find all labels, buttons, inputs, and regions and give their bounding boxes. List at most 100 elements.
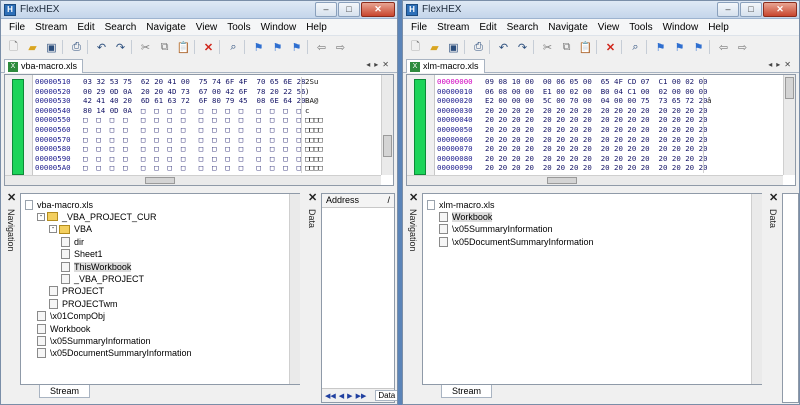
hex-ascii[interactable] (703, 134, 747, 145)
scroll-thumb[interactable] (785, 77, 794, 99)
forward-arrow-icon[interactable]: ⇨ (332, 39, 349, 56)
hex-editor-pane[interactable]: 00000000 09 08 10 00 00 06 05 00 65 4F CD… (406, 74, 796, 186)
nav-first-icon[interactable]: ◀◀ (325, 392, 336, 400)
hex-vertical-scrollbar[interactable] (381, 75, 393, 175)
hex-ascii[interactable]: â (703, 96, 747, 106)
hex-ascii[interactable] (703, 124, 747, 135)
hex-bytes[interactable]: □ □ □ □ □ □ □ □ □ □ □ □ □ □ □ □ (83, 125, 301, 135)
maximize-button[interactable]: □ (740, 2, 762, 17)
menu-stream[interactable]: Stream (432, 22, 474, 33)
undo-icon[interactable]: ↶ (495, 39, 512, 56)
document-tab[interactable]: X vba-macro.xls (4, 59, 84, 73)
hex-ascii[interactable]: c (301, 105, 345, 116)
hex-ascii[interactable] (703, 77, 747, 87)
back-arrow-icon[interactable]: ⇦ (715, 39, 732, 56)
cut-icon[interactable]: ✂ (137, 39, 154, 56)
open-folder-icon[interactable]: ▰ (426, 39, 443, 56)
hex-row[interactable]: 000005A0 □ □ □ □ □ □ □ □ □ □ □ □ □ □ □ □ □… (35, 163, 345, 173)
stream-bottom-tab[interactable]: Stream (441, 385, 493, 398)
redo-icon[interactable]: ↷ (112, 39, 129, 56)
scroll-thumb[interactable] (383, 135, 392, 157)
bookmark-flag-icon[interactable]: ⚑ (250, 39, 267, 56)
menu-edit[interactable]: Edit (72, 22, 99, 33)
undo-icon[interactable]: ↶ (93, 39, 110, 56)
title-bar[interactable]: H FlexHEX – □ ✕ (403, 1, 799, 19)
tree-item[interactable]: vba-macro.xls (25, 199, 93, 210)
hex-row[interactable]: 00000520 00 29 0D 0A 20 20 4D 73 67 00 42… (35, 86, 345, 97)
data-tab[interactable]: Data (375, 390, 397, 401)
tree-item[interactable]: PROJECTwm (49, 298, 118, 309)
tab-scroll-arrows[interactable]: ◂▸✕ (366, 60, 393, 69)
hex-row[interactable]: 00000510 03 32 53 75 62 20 41 00 75 74 6F… (35, 77, 345, 87)
menu-window[interactable]: Window (256, 22, 302, 33)
tree-item[interactable]: \x01CompObj (37, 311, 105, 322)
data-panel-close-icon[interactable]: ✕ (769, 191, 778, 204)
hex-bytes[interactable]: 20 20 20 20 20 20 20 20 20 20 20 20 20 2… (485, 135, 707, 145)
hex-ascii[interactable] (703, 86, 747, 97)
menu-file[interactable]: File (4, 22, 30, 33)
hex-row[interactable]: 00000540 80 14 0D 0A □ □ □ □ □ □ □ □ □ □ … (35, 105, 345, 116)
delete-icon[interactable]: ✕ (200, 39, 217, 56)
hex-bytes[interactable]: 20 20 20 20 20 20 20 20 20 20 20 20 20 2… (485, 115, 707, 125)
forward-arrow-icon[interactable]: ⇨ (734, 39, 751, 56)
scroll-thumb[interactable] (547, 177, 577, 184)
hex-ascii[interactable]: □□□□ (301, 115, 345, 125)
hex-bytes[interactable]: 00 29 0D 0A 20 20 4D 73 67 00 42 6F 78 2… (83, 87, 305, 97)
tree-item[interactable]: \x05DocumentSummaryInformation (37, 348, 192, 359)
hex-ascii[interactable]: BA@ (301, 96, 345, 106)
tree-scrollbar[interactable] (289, 194, 300, 384)
tree-item[interactable]: ThisWorkbook (61, 261, 132, 272)
hex-row[interactable]: 00000020 E2 00 00 00 5C 00 70 00 04 00 00… (437, 96, 747, 106)
save-icon[interactable]: ▣ (445, 39, 462, 56)
menu-stream[interactable]: Stream (30, 22, 72, 33)
tree-item[interactable]: - _VBA_PROJECT_CUR (37, 211, 157, 222)
hex-row[interactable]: 00000060 20 20 20 20 20 20 20 20 20 20 20… (437, 134, 747, 145)
menu-file[interactable]: File (406, 22, 432, 33)
hex-row[interactable]: 00000560 □ □ □ □ □ □ □ □ □ □ □ □ □ □ □ □ □… (35, 124, 345, 135)
hex-bytes[interactable]: □ □ □ □ □ □ □ □ □ □ □ □ □ □ □ □ (83, 163, 301, 173)
hex-row[interactable]: 00000070 20 20 20 20 20 20 20 20 20 20 20… (437, 144, 747, 154)
tree-item[interactable]: Workbook (37, 323, 90, 334)
title-bar[interactable]: H FlexHEX – □ ✕ (1, 1, 397, 19)
hex-ascii[interactable] (703, 144, 747, 154)
hex-ascii[interactable]: 2Su (301, 77, 345, 87)
hex-bytes[interactable]: 42 41 40 20 6D 61 63 72 6F 80 79 45 08 6… (83, 96, 305, 106)
hex-row[interactable]: 00000050 20 20 20 20 20 20 20 20 20 20 20… (437, 124, 747, 135)
document-tab[interactable]: X xlm-macro.xls (406, 59, 485, 73)
tree-item[interactable]: _VBA_PROJECT (61, 273, 144, 284)
hex-row[interactable]: 00000010 06 08 00 00 E1 00 02 00 B0 04 C1… (437, 86, 747, 97)
hex-bytes[interactable]: 20 20 20 20 20 20 20 20 20 20 20 20 20 2… (485, 125, 707, 135)
address-column-header[interactable]: Address / (322, 194, 394, 208)
copy-icon[interactable]: ⧉ (558, 39, 575, 56)
hex-bytes[interactable]: 03 32 53 75 62 20 41 00 75 74 6F 4F 70 6… (83, 77, 305, 87)
menu-edit[interactable]: Edit (474, 22, 501, 33)
tree-item[interactable]: \x05SummaryInformation (439, 224, 553, 235)
menu-search[interactable]: Search (100, 22, 142, 33)
new-doc-icon[interactable]: 🗋 (5, 39, 22, 56)
nav-last-icon[interactable]: ▶▶ (356, 392, 367, 400)
menu-help[interactable]: Help (301, 22, 332, 33)
navigation-close-icon[interactable]: ✕ (409, 191, 418, 204)
tree-scrollbar[interactable] (751, 194, 762, 384)
hex-horizontal-scrollbar[interactable] (5, 175, 381, 185)
save-icon[interactable]: ▣ (43, 39, 60, 56)
bookmark-flag-icon[interactable]: ⚑ (652, 39, 669, 56)
hex-bytes[interactable]: E2 00 00 00 5C 00 70 00 04 00 00 75 73 6… (485, 96, 707, 106)
nav-next-icon[interactable]: ▶ (347, 392, 352, 400)
find-icon[interactable]: ⌕ (225, 39, 242, 56)
hex-row[interactable]: 00000080 20 20 20 20 20 20 20 20 20 20 20… (437, 153, 747, 164)
hex-row[interactable]: 00000040 20 20 20 20 20 20 20 20 20 20 20… (437, 115, 747, 125)
menu-navigate[interactable]: Navigate (543, 22, 592, 33)
hex-row[interactable]: 00000580 □ □ □ □ □ □ □ □ □ □ □ □ □ □ □ □ □… (35, 144, 345, 154)
hex-ascii[interactable] (703, 163, 747, 173)
tree-collapse-icon[interactable]: - (37, 212, 45, 221)
hex-row[interactable]: 00000570 □ □ □ □ □ □ □ □ □ □ □ □ □ □ □ □ □… (35, 134, 345, 145)
tree-collapse-icon[interactable]: - (49, 225, 57, 234)
navigation-close-icon[interactable]: ✕ (7, 191, 16, 204)
hex-row[interactable]: 00000590 □ □ □ □ □ □ □ □ □ □ □ □ □ □ □ □ □… (35, 153, 345, 164)
paste-icon[interactable]: 📋 (577, 39, 594, 56)
tree-item[interactable]: - VBA (49, 224, 92, 235)
bookmark-prev-icon[interactable]: ⚑ (269, 39, 286, 56)
menu-navigate[interactable]: Navigate (141, 22, 190, 33)
print-icon[interactable]: ⎙ (470, 39, 487, 56)
